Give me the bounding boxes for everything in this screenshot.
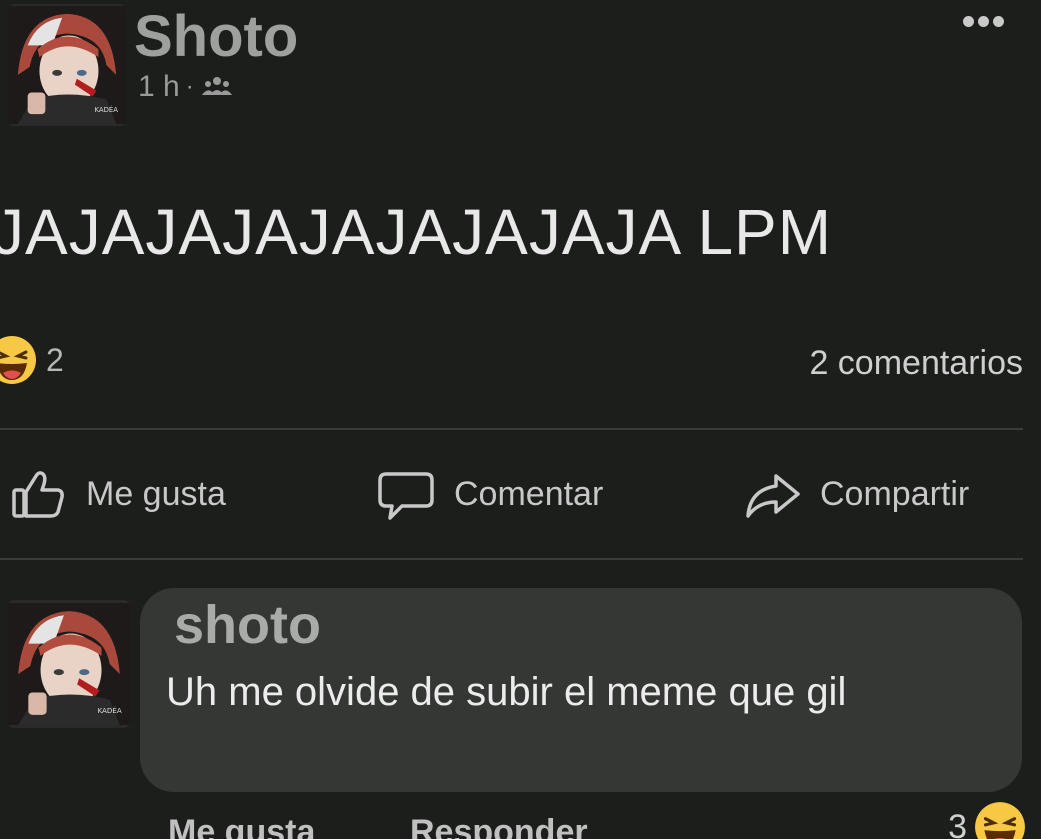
haha-reaction-icon [0,336,36,384]
post-time[interactable]: 1 h [138,68,180,106]
meta-separator: · [185,73,194,100]
more-dot-icon [977,15,989,27]
group-icon [201,77,232,95]
comment-count[interactable]: 2 comentarios [809,340,1023,386]
more-dot-icon [992,15,1004,27]
comment-author[interactable]: shoto [174,590,321,660]
share-button[interactable]: Compartir [742,466,969,522]
comment-label: Comentar [454,475,604,513]
comment-reply-button[interactable]: Responder [410,810,588,839]
share-label: Compartir [820,475,970,513]
share-arrow-icon [746,474,800,518]
avatar-image: KADÉA [8,603,130,725]
post-text: JAJAJAJAJAJAJAJAJA LPM [0,196,833,268]
avatar-image: KADÉA [8,6,126,124]
author-name[interactable]: Shoto [134,2,298,72]
like-button[interactable]: Me gusta [8,466,226,522]
commenter-avatar[interactable]: KADÉA [8,600,130,728]
divider [0,428,1023,430]
comment-bubble-icon [378,472,434,520]
post-reactions[interactable]: 2 [0,334,64,386]
author-avatar[interactable]: KADÉA [8,4,126,126]
reaction-count: 2 [46,342,64,378]
thumbs-up-icon [12,471,64,518]
svg-text:KADÉA: KADÉA [97,706,121,715]
svg-text:KADÉA: KADÉA [95,105,119,114]
comment-bubble: shoto Uh me olvide de subir el meme que … [140,588,1022,792]
comment-reactions[interactable]: 3 [948,800,1027,839]
post-meta: 1 h · [138,68,234,106]
like-label: Me gusta [86,475,226,513]
comment-like-button[interactable]: Me gusta [168,810,315,839]
comment-button[interactable]: Comentar [376,466,603,522]
comment-text: Uh me olvide de subir el meme que gil [166,670,847,714]
more-dot-icon [962,15,974,27]
divider [0,558,1023,560]
haha-reaction-icon [975,802,1025,839]
more-options-button[interactable] [955,6,1011,36]
facebook-post: KADÉA Shoto 1 h · JAJAJAJAJAJAJAJAJA LPM… [0,0,1041,839]
comment-reaction-count: 3 [948,808,967,839]
